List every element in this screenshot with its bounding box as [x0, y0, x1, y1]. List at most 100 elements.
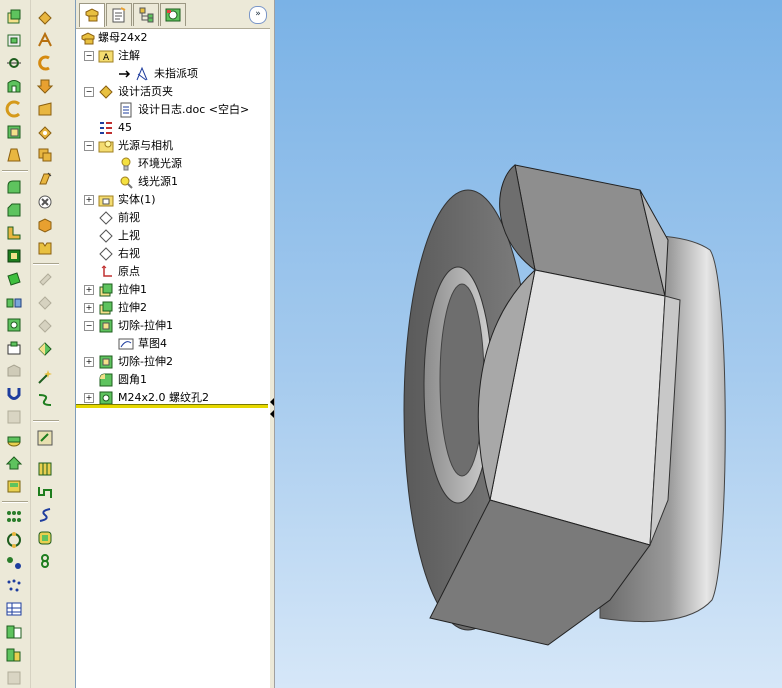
draft-icon[interactable] [5, 270, 23, 288]
tree-item-label: 切除-拉伸2 [118, 355, 173, 368]
tab-configurationmanager[interactable] [133, 3, 159, 26]
light-bulb-icon [118, 156, 134, 172]
tree-item-label: 设计日志.doc <空白> [138, 103, 250, 116]
expand-toggle[interactable]: + [84, 393, 94, 403]
extrude-feature-icon [98, 300, 114, 316]
collapse-toggle[interactable]: − [84, 321, 94, 331]
split-icon[interactable] [5, 431, 23, 449]
sketch-icon [118, 336, 134, 352]
solid-bodies-folder-icon [98, 192, 114, 208]
fillet-icon[interactable] [5, 178, 23, 196]
instant3d-icon[interactable] [36, 429, 54, 447]
expand-toggle[interactable]: + [84, 285, 94, 295]
wrap-icon[interactable] [5, 477, 23, 495]
circular-pattern-icon[interactable] [5, 531, 23, 549]
tree-item-label: 切除-拉伸1 [118, 319, 173, 332]
curve-through-points-icon[interactable] [36, 552, 54, 570]
disabled-tool-icon [5, 669, 23, 687]
sweep-cut-icon[interactable] [36, 54, 54, 72]
sketch-pattern-icon[interactable] [5, 577, 23, 595]
mirror-icon[interactable] [5, 293, 23, 311]
expand-toggle[interactable]: + [84, 195, 94, 205]
extrude-feature-icon [98, 282, 114, 298]
collapse-toggle[interactable]: − [84, 51, 94, 61]
toolbar-separator [2, 501, 28, 503]
3d-sketch-icon[interactable] [36, 31, 54, 49]
cavity-icon[interactable] [36, 239, 54, 257]
material-icon [98, 120, 114, 136]
linear-pattern-icon[interactable] [5, 508, 23, 526]
boundary-boss-icon[interactable] [5, 100, 23, 118]
lofted-boss-icon[interactable] [5, 77, 23, 95]
expand-panel-button[interactable]: » [249, 6, 267, 24]
swept-boss-icon[interactable] [5, 54, 23, 72]
svg-text:A: A [103, 53, 110, 63]
table-pattern-icon[interactable] [5, 600, 23, 618]
feature-manager-panel: » 螺母24x2 − A 注解 未指派项 − 设计活页夹 设计日志.doc <空… [75, 0, 272, 688]
shell-icon[interactable] [5, 247, 23, 265]
extruded-boss-icon[interactable] [5, 8, 23, 26]
chamfer-icon[interactable] [5, 201, 23, 219]
tree-item-label: 圆角1 [118, 373, 147, 386]
expand-toggle[interactable]: + [84, 357, 94, 367]
thicken-icon[interactable] [36, 123, 54, 141]
rollback-bar[interactable] [76, 404, 268, 408]
graphics-area[interactable] [275, 0, 782, 688]
deform-disabled-icon [5, 408, 23, 426]
projected-curve-icon[interactable] [36, 483, 54, 501]
disabled-tool-icon [36, 293, 54, 311]
manager-tabs: » [76, 0, 271, 29]
composite-curve-icon[interactable] [36, 529, 54, 547]
intersect-icon[interactable] [36, 170, 54, 188]
dome-icon[interactable] [5, 339, 23, 357]
curve-pattern-icon[interactable] [5, 554, 23, 572]
combine-icon[interactable] [36, 216, 54, 234]
revolved-cut-icon[interactable] [5, 146, 23, 164]
variable-pattern-icon[interactable] [5, 646, 23, 664]
plane-icon [98, 210, 114, 226]
tree-item-label: 原点 [118, 265, 140, 278]
tree-item-label: 螺母24x2 [98, 31, 148, 44]
arrow-icon [118, 66, 134, 82]
move-face-icon[interactable] [5, 454, 23, 472]
directional-light-icon [118, 174, 134, 190]
annotations-folder-icon: A [98, 48, 114, 64]
collapse-toggle[interactable]: − [84, 87, 94, 97]
collapse-toggle[interactable]: − [84, 141, 94, 151]
tab-dimxpert[interactable] [160, 3, 186, 26]
cut-with-surface-icon[interactable] [36, 146, 54, 164]
feature-tree: 螺母24x2 − A 注解 未指派项 − 设计活页夹 设计日志.doc <空白>… [76, 29, 271, 409]
tree-item-label: 前视 [118, 211, 140, 224]
helix-icon[interactable] [36, 506, 54, 524]
delete-body-icon[interactable] [36, 193, 54, 211]
split-line-icon[interactable] [36, 460, 54, 478]
sketch-icon[interactable] [36, 8, 54, 26]
expand-toggle[interactable]: + [84, 303, 94, 313]
configurationmanager-icon [139, 7, 154, 23]
magnet-icon[interactable] [5, 385, 23, 403]
fill-pattern-icon[interactable] [5, 623, 23, 641]
tree-item-label: 拉伸2 [118, 301, 147, 314]
curves-icon[interactable] [36, 391, 54, 409]
revolved-boss-icon[interactable] [5, 31, 23, 49]
tree-item-label: 上视 [118, 229, 140, 242]
reference-geometry-icon[interactable] [36, 339, 54, 357]
cut-feature-icon [98, 354, 114, 370]
dimxpert-icon [165, 8, 181, 22]
nut-3d-model[interactable] [275, 0, 782, 688]
tab-featuremanager[interactable] [79, 3, 105, 27]
tree-item-label: 右视 [118, 247, 140, 260]
hole-wizard-icon[interactable] [5, 316, 23, 334]
cut-feature-icon [98, 318, 114, 334]
boundary-cut-icon[interactable] [36, 100, 54, 118]
loft-cut-icon[interactable] [36, 77, 54, 95]
rib-icon[interactable] [5, 224, 23, 242]
extruded-cut-icon[interactable] [5, 123, 23, 141]
featuremanager-icon [85, 8, 99, 22]
tree-item-label: 未指派项 [154, 67, 198, 80]
tree-item-label: 线光源1 [138, 175, 178, 188]
tab-propertymanager[interactable] [106, 3, 132, 26]
propertymanager-icon [112, 7, 126, 23]
reference-point-icon[interactable] [36, 368, 54, 386]
tree-item-label: 光源与相机 [118, 139, 173, 152]
